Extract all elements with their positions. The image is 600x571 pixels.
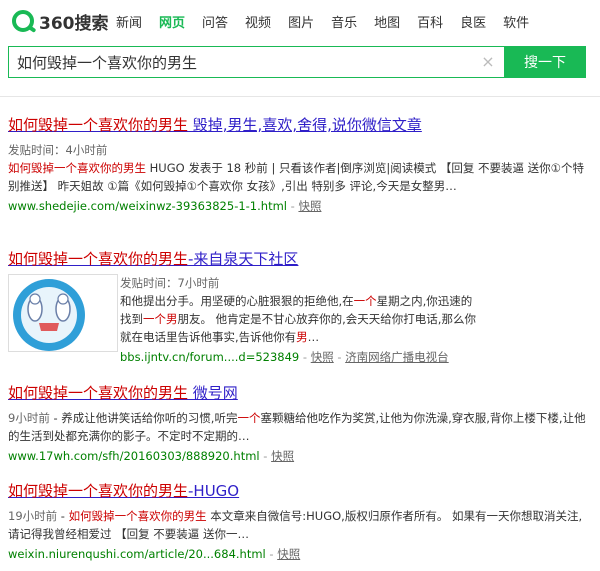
logo-number: 360	[39, 13, 75, 34]
result-title-link[interactable]: 如何毁掉一个喜欢你的男生 毁掉,男生,喜欢,舍得,说你微信文章	[8, 114, 588, 135]
result-url[interactable]: bbs.ijntv.cn/forum....d=523849	[120, 350, 299, 364]
source-link[interactable]: 济南网络广播电视台	[345, 350, 449, 364]
tab-software[interactable]: 软件	[503, 12, 529, 31]
result-title-link[interactable]: 如何毁掉一个喜欢你的男生 微号网	[8, 382, 588, 403]
result-url[interactable]: www.17wh.com/sfh/20160303/888920.html	[8, 449, 260, 463]
thumbnail-image	[9, 275, 117, 351]
result-item: 如何毁掉一个喜欢你的男生 毁掉,男生,喜欢,舍得,说你微信文章 发贴时间：4小时…	[8, 114, 588, 215]
tab-music[interactable]: 音乐	[331, 12, 357, 31]
result-snippet: 9小时前 - 养成让他讲笑话给你听的习惯,听完一个塞颗糖给他吃作为奖赏,让他为你…	[8, 411, 586, 443]
result-item: 如何毁掉一个喜欢你的男生-来自泉天下社区 发贴时间：7小时前 和他提出分手。用坚…	[8, 248, 588, 368]
result-item: 如何毁掉一个喜欢你的男生 微号网 9小时前 - 养成让他讲笑话给你听的习惯,听完…	[8, 382, 588, 465]
logo-text: 搜索	[74, 13, 109, 34]
result-snippet: 19小时前 - 如何毁掉一个喜欢你的男生 本文章来自微信号:HUGO,版权归原作…	[8, 509, 583, 541]
tab-news[interactable]: 新闻	[116, 12, 142, 31]
post-time: 9小时前	[8, 411, 50, 425]
result-snippet: 发贴时间：7小时前 和他提出分手。用坚硬的心脏狠狠的拒绝他,在一个星期之内,你迅…	[120, 274, 588, 366]
post-time: 19小时前	[8, 509, 58, 523]
result-url-line: www.17wh.com/sfh/20160303/888920.html - …	[8, 449, 295, 463]
search-button[interactable]: 搜一下	[504, 46, 586, 78]
search-input[interactable]	[8, 46, 504, 78]
result-title-link[interactable]: 如何毁掉一个喜欢你的男生-HUGO	[8, 480, 588, 501]
result-thumbnail[interactable]	[8, 274, 118, 352]
clear-icon[interactable]: ×	[480, 54, 496, 70]
top-nav: 360搜索 新闻 网页 问答 视频 图片 音乐 地图 百科 良医 软件	[0, 0, 600, 44]
result-url[interactable]: www.shedejie.com/weixinwz-39363825-1-1.h…	[8, 199, 287, 213]
header-divider	[0, 96, 600, 97]
result-url-line: www.shedejie.com/weixinwz-39363825-1-1.h…	[8, 199, 322, 213]
result-url[interactable]: weixin.niurenqushi.com/article/20...684.…	[8, 547, 266, 561]
result-url-line: weixin.niurenqushi.com/article/20...684.…	[8, 547, 301, 561]
logo-icon	[12, 10, 34, 32]
tab-map[interactable]: 地图	[374, 12, 400, 31]
snapshot-link[interactable]: 快照	[277, 547, 300, 561]
tab-video[interactable]: 视频	[245, 12, 271, 31]
result-snippet: 发贴时间：4小时前 如何毁掉一个喜欢你的男生 HUGO 发表于 18 秒前 | …	[8, 141, 588, 195]
snapshot-link[interactable]: 快照	[271, 449, 294, 463]
logo[interactable]: 360搜索	[12, 8, 109, 34]
tab-baike[interactable]: 百科	[417, 12, 443, 31]
tab-images[interactable]: 图片	[288, 12, 314, 31]
tab-qa[interactable]: 问答	[202, 12, 228, 31]
result-item: 如何毁掉一个喜欢你的男生-HUGO 19小时前 - 如何毁掉一个喜欢你的男生 本…	[8, 480, 588, 563]
post-time: 发贴时间：7小时前	[120, 276, 220, 290]
snapshot-link[interactable]: 快照	[298, 199, 321, 213]
snapshot-link[interactable]: 快照	[311, 350, 334, 364]
tab-doctor[interactable]: 良医	[460, 12, 486, 31]
result-title-link[interactable]: 如何毁掉一个喜欢你的男生-来自泉天下社区	[8, 248, 588, 269]
tab-web[interactable]: 网页	[159, 12, 185, 31]
nav-tabs: 新闻 网页 问答 视频 图片 音乐 地图 百科 良医 软件	[116, 12, 546, 31]
result-url-line: bbs.ijntv.cn/forum....d=523849 - 快照 - 济南…	[120, 350, 449, 364]
search-bar: × 搜一下	[8, 46, 586, 78]
post-time: 发贴时间：4小时前	[8, 143, 108, 157]
